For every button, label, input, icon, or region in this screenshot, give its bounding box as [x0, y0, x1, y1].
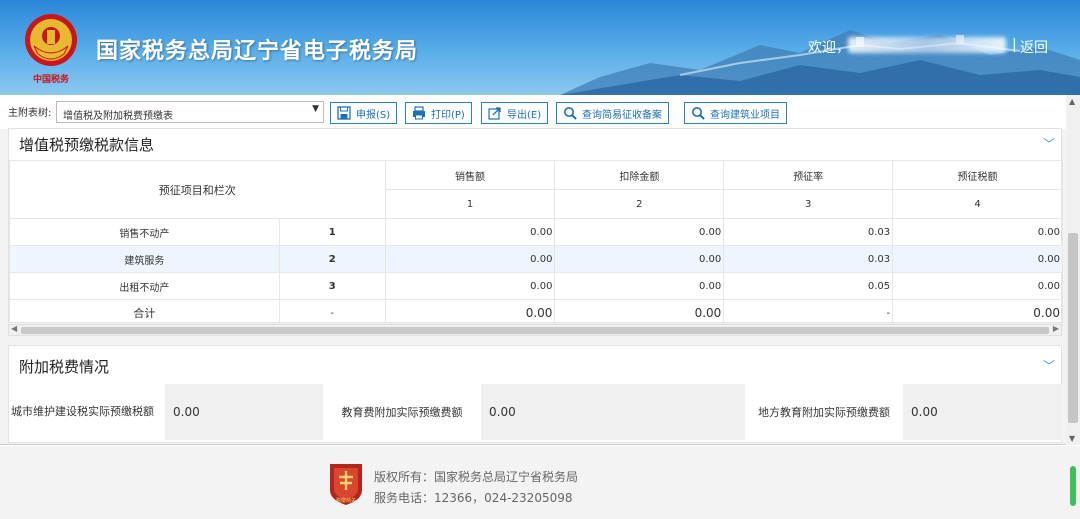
rate-value: 0.05 [723, 272, 894, 300]
status-indicator [1070, 466, 1076, 506]
printer-icon [413, 106, 425, 120]
save-icon [337, 106, 351, 120]
total-sales: 0.00 [384, 299, 556, 327]
row-item: 合计 [9, 299, 280, 327]
vat-prepayment-panel: 增值税预缴税款信息 ﹀ 预征项目和栏次 销售额 扣除金额 预征率 预征税额 1 … [8, 128, 1063, 327]
total-rate: - [723, 299, 894, 327]
scroll-down-arrow-icon[interactable]: ▼ [1069, 434, 1075, 443]
sales-amount-input[interactable]: 0.00 [384, 245, 556, 273]
total-tax: 0.00 [892, 299, 1063, 327]
column-header-tax: 预征税额 [892, 160, 1063, 190]
deduction-amount-input[interactable]: 0.00 [554, 245, 725, 273]
chevron-down-icon[interactable]: ﹀ [1043, 135, 1055, 152]
declare-button[interactable]: 申报(S) [330, 102, 398, 124]
search-icon [564, 107, 577, 120]
row-line: 3 [278, 272, 386, 300]
declare-button-label: 申报(S) [356, 109, 391, 121]
education-fee-label: 教育费附加实际预缴费额 [323, 384, 481, 440]
column-number-3: 3 [723, 189, 894, 219]
column-number-2: 2 [554, 189, 725, 219]
additional-fees-panel: 附加税费情况 ﹀ 城市维护建设税实际预缴税额 0.00 教育费附加实际预缴费额 … [8, 345, 1063, 443]
back-link[interactable]: 返回 [1020, 37, 1048, 57]
tax-value: 0.00 [892, 218, 1063, 246]
print-button-label: 打印(P) [431, 109, 465, 121]
form-tree-label: 主附表树: [8, 108, 52, 119]
query-construction-label: 查询建筑业项目 [710, 109, 780, 121]
table-row: 出租不动产 3 0.00 0.00 0.05 0.00 [9, 272, 1063, 300]
column-header-sales: 销售额 [384, 160, 556, 190]
deduction-amount-input[interactable]: 0.00 [554, 218, 725, 246]
vertical-scrollbar[interactable]: ▲ ▼ [1066, 95, 1080, 445]
emblem-caption: 中国税务 [33, 73, 70, 85]
site-title: 国家税务总局辽宁省电子税务局 [96, 39, 419, 64]
row-item: 销售不动产 [9, 218, 280, 246]
dropdown-arrow-icon[interactable]: ▼ [312, 104, 319, 114]
fees-section-title: 附加税费情况 [19, 358, 110, 376]
username-blurred [848, 37, 1006, 53]
export-icon [488, 107, 501, 120]
horizontal-scrollbar[interactable]: ◀ ▶ [8, 324, 1062, 336]
vertical-scroll-thumb[interactable] [1068, 233, 1078, 423]
logo-caption: 税徽纳关 [336, 497, 356, 504]
column-number-4: 4 [892, 189, 1063, 219]
form-tree-select[interactable]: 增值税及附加税费预缴表 ▼ [56, 101, 324, 123]
tax-shield-logo-icon: 税徽纳关 [330, 464, 362, 505]
sales-amount-input[interactable]: 0.00 [384, 218, 556, 246]
vat-section-title: 增值税预缴税款信息 [19, 136, 155, 154]
total-deduction: 0.00 [554, 299, 725, 327]
footer-phone: 服务电话：12366，024-23205098 [374, 491, 573, 505]
form-tree-select-value: 增值税及附加税费预缴表 [63, 111, 173, 122]
row-line: 1 [278, 218, 386, 246]
scroll-up-arrow-icon[interactable]: ▲ [1069, 97, 1075, 106]
column-header-rate: 预征率 [723, 160, 894, 190]
site-header: 中国税务 国家税务总局辽宁省电子税务局 欢迎， | 返回 [0, 0, 1080, 95]
horizontal-scroll-thumb[interactable] [21, 327, 1049, 334]
sales-amount-input[interactable]: 0.00 [384, 272, 556, 300]
deduction-amount-input[interactable]: 0.00 [554, 272, 725, 300]
local-education-fee-label: 地方教育附加实际预缴费额 [745, 384, 903, 440]
education-fee-value[interactable]: 0.00 [481, 384, 745, 440]
footer-copyright: 版权所有：国家税务总局辽宁省税务局 [374, 470, 579, 484]
city-tax-label: 城市维护建设税实际预缴税额 [9, 384, 165, 440]
vat-prepayment-table: 预征项目和栏次 销售额 扣除金额 预征率 预征税额 1 2 3 4 销售不动产 … [9, 160, 1063, 327]
tax-value: 0.00 [892, 245, 1063, 273]
row-item: 出租不动产 [9, 272, 280, 300]
row-item: 建筑服务 [9, 245, 280, 273]
site-footer: 税徽纳关 版权所有：国家税务总局辽宁省税务局 服务电话：12366，024-23… [0, 446, 1080, 519]
table-row: 销售不动产 1 0.00 0.00 0.03 0.00 [9, 218, 1063, 246]
chevron-down-icon[interactable]: ﹀ [1043, 357, 1055, 374]
search-icon [692, 107, 705, 120]
toolbar: 主附表树: 增值税及附加税费预缴表 ▼ 申报(S) 打印(P) 导出(E) 查询… [0, 95, 1066, 129]
tax-emblem-icon: 中国税务 [25, 14, 77, 85]
scroll-left-arrow-icon[interactable]: ◀ [11, 324, 17, 333]
city-tax-value[interactable]: 0.00 [165, 384, 323, 440]
table-row-total: 合计 - 0.00 0.00 - 0.00 [9, 299, 1063, 327]
scroll-right-arrow-icon[interactable]: ▶ [1053, 324, 1059, 333]
column-header-deduction: 扣除金额 [554, 160, 725, 190]
column-number-1: 1 [384, 189, 556, 219]
table-row: 建筑服务 2 0.00 0.00 0.03 0.00 [9, 245, 1063, 273]
query-construction-button[interactable]: 查询建筑业项目 [684, 102, 787, 124]
row-line: - [278, 299, 386, 327]
fees-row: 城市维护建设税实际预缴税额 0.00 教育费附加实际预缴费额 0.00 地方教育… [9, 384, 1063, 440]
query-simple-levy-label: 查询简易征收备案 [582, 109, 662, 121]
rate-value: 0.03 [723, 245, 894, 273]
rate-value: 0.03 [723, 218, 894, 246]
content-frame: 主附表树: 增值税及附加税费预缴表 ▼ 申报(S) 打印(P) 导出(E) 查询… [0, 95, 1080, 445]
export-button[interactable]: 导出(E) [481, 102, 549, 124]
tax-value: 0.00 [892, 272, 1063, 300]
welcome-text: 欢迎， [808, 40, 850, 56]
local-education-fee-value[interactable]: 0.00 [903, 384, 1063, 440]
print-button[interactable]: 打印(P) [405, 102, 472, 124]
item-column-header: 预征项目和栏次 [9, 160, 386, 219]
row-line: 2 [278, 245, 386, 273]
header-separator: | [1012, 37, 1017, 53]
export-button-label: 导出(E) [507, 109, 542, 121]
query-simple-levy-button[interactable]: 查询简易征收备案 [556, 102, 669, 124]
